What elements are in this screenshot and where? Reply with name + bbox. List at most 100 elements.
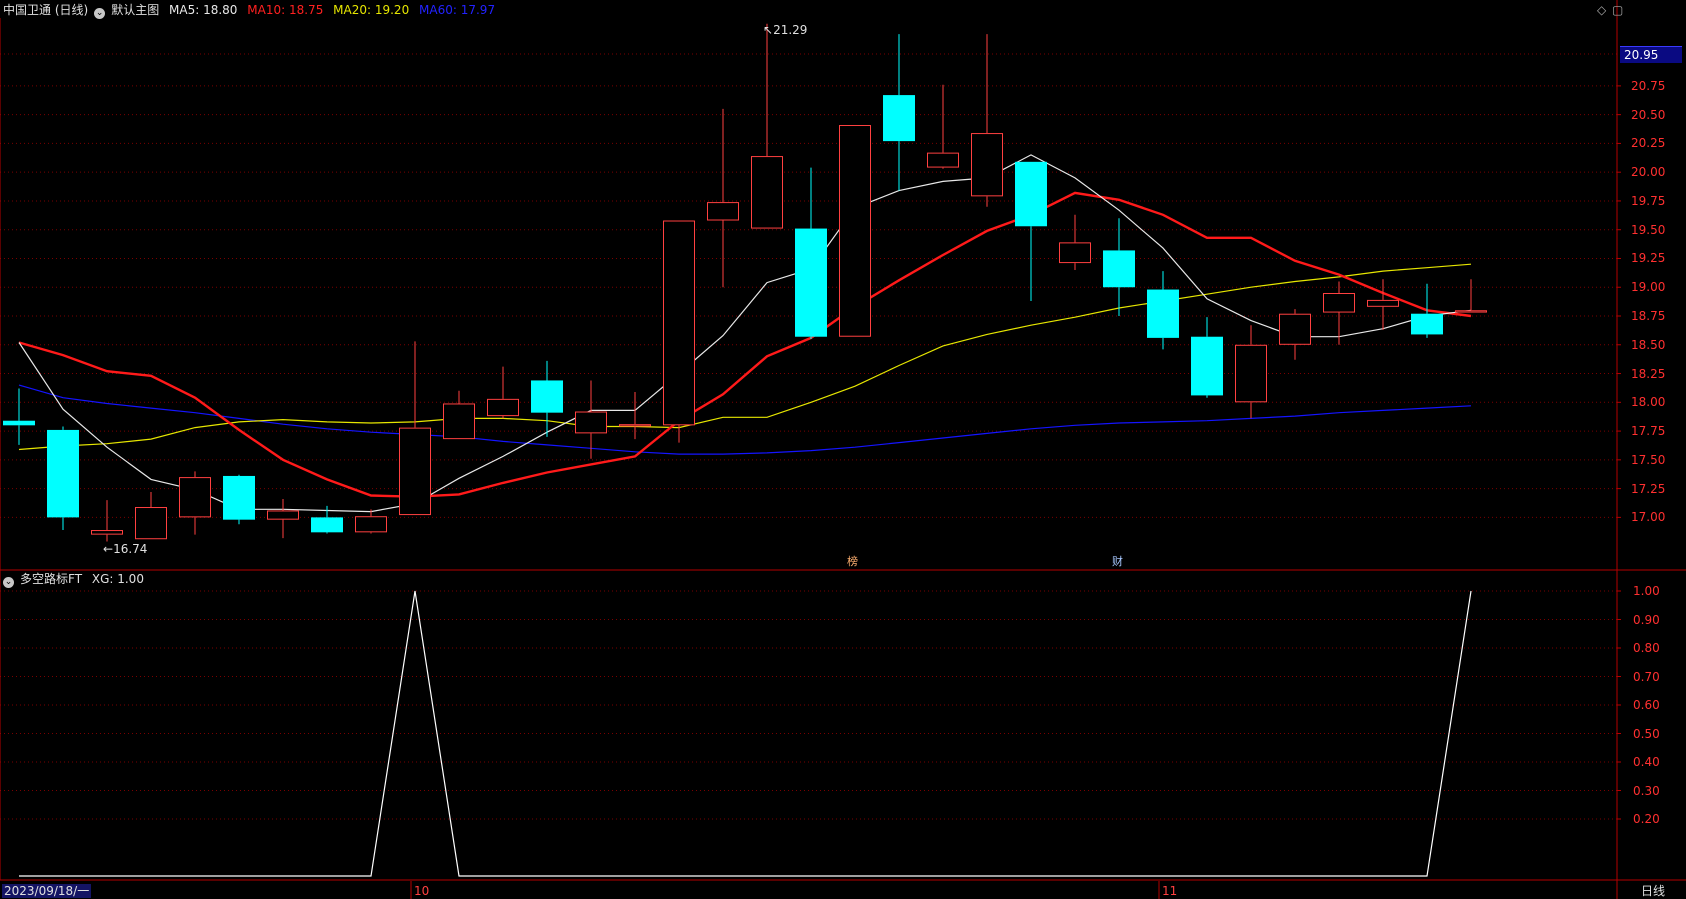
candle-body xyxy=(619,424,651,427)
ma10-label: MA10: 18.75 xyxy=(247,3,324,17)
ma20-label: MA20: 19.20 xyxy=(333,3,410,17)
price-tick-label: 20.00 xyxy=(1631,165,1666,180)
main-chart-header: 中国卫通 (日线) ⌄ 默认主图 MA5: 18.80 MA10: 18.75 MA… xyxy=(3,3,501,19)
candle-body xyxy=(1455,310,1487,313)
period-label[interactable]: 日线 xyxy=(1641,884,1665,898)
candle[interactable] xyxy=(663,220,695,443)
candle-body xyxy=(135,507,167,540)
candle[interactable] xyxy=(47,426,79,531)
candle-body xyxy=(795,228,827,337)
candle-body xyxy=(531,380,563,413)
candle[interactable] xyxy=(443,390,475,440)
candle[interactable] xyxy=(619,391,651,440)
indicator-tick-label: 0.40 xyxy=(1633,755,1660,769)
price-tick-label: 18.50 xyxy=(1631,337,1666,352)
price-tick-label: 19.50 xyxy=(1631,222,1666,237)
candle-body xyxy=(1367,299,1399,307)
candle-body xyxy=(1015,161,1047,227)
candle[interactable] xyxy=(707,108,739,288)
price-grid xyxy=(0,53,1617,820)
candle-body xyxy=(487,398,519,417)
candle[interactable] xyxy=(91,500,123,542)
candle-body xyxy=(1103,250,1135,288)
price-tick-label: 20.25 xyxy=(1631,136,1666,151)
candle-body xyxy=(355,516,387,533)
candle-body xyxy=(179,477,211,518)
indicator-tick-label: 0.30 xyxy=(1633,783,1660,798)
chevron-down-icon[interactable]: ⌄ xyxy=(94,8,106,19)
indicator-value: XG: 1.00 xyxy=(91,572,144,586)
ma5-label: MA5: 18.80 xyxy=(169,3,238,17)
indicator-tick-label: 0.50 xyxy=(1633,726,1660,741)
indicator-name[interactable]: 多空路标FT xyxy=(20,572,82,586)
candle[interactable] xyxy=(1235,325,1267,419)
candle-body xyxy=(707,202,739,221)
candle[interactable] xyxy=(355,509,387,534)
candle[interactable] xyxy=(839,125,871,337)
price-tick-label: 17.25 xyxy=(1631,481,1666,496)
price-tick-label: 19.25 xyxy=(1631,251,1666,266)
month-10-label: 10 xyxy=(414,884,430,898)
candle-body xyxy=(1191,336,1223,396)
kline-chart-canvas[interactable] xyxy=(0,0,1686,899)
candle-body xyxy=(267,510,299,520)
main-chart-label[interactable]: 默认主图 xyxy=(111,3,159,17)
candle[interactable] xyxy=(1455,279,1487,313)
candle-body xyxy=(927,152,959,168)
candle[interactable] xyxy=(1191,317,1223,398)
candle[interactable] xyxy=(927,84,959,169)
candle-body xyxy=(443,403,475,440)
indicator-tick-label: 0.60 xyxy=(1633,698,1660,712)
window-restore-icon[interactable]: ▢ xyxy=(1612,4,1623,16)
chevron-down-icon[interactable]: ⌄ xyxy=(3,577,14,588)
candles[interactable] xyxy=(3,23,1487,542)
candle[interactable] xyxy=(223,474,255,525)
candle[interactable] xyxy=(971,34,1003,207)
event-marker-bang[interactable]: 榜 xyxy=(847,555,858,569)
price-tick-label: 20.75 xyxy=(1631,78,1666,93)
candle[interactable] xyxy=(883,34,915,191)
price-tick-label: 17.75 xyxy=(1631,424,1666,439)
candle[interactable] xyxy=(1147,271,1179,350)
candle[interactable] xyxy=(399,341,431,516)
candle[interactable] xyxy=(1059,214,1091,270)
candle[interactable] xyxy=(179,471,211,535)
candle-body xyxy=(1323,293,1355,313)
candle-body xyxy=(883,95,915,142)
price-tick-label: 18.00 xyxy=(1631,395,1666,410)
diamond-icon[interactable]: ◇ xyxy=(1597,4,1606,16)
price-tick-label: 18.25 xyxy=(1631,366,1666,381)
price-tick-label: 19.75 xyxy=(1631,193,1666,208)
candle[interactable] xyxy=(3,388,35,445)
candle[interactable] xyxy=(267,498,299,539)
candle[interactable] xyxy=(1015,161,1047,302)
start-date-label: 2023/09/18/一 xyxy=(2,884,92,898)
low-marker: ←16.74 xyxy=(103,542,148,556)
candle-body xyxy=(1279,313,1311,345)
candle-body xyxy=(399,427,431,516)
candle[interactable] xyxy=(1279,309,1311,360)
candle-body xyxy=(1147,289,1179,338)
candle-body xyxy=(1059,242,1091,264)
stock-name[interactable]: 中国卫通 (日线) xyxy=(3,3,88,17)
high-marker: ↖21.29 xyxy=(763,23,808,37)
candle-body xyxy=(91,530,123,535)
candle[interactable] xyxy=(795,167,827,340)
price-tick-label: 18.75 xyxy=(1631,309,1666,323)
candle[interactable] xyxy=(531,360,563,437)
price-tick-label: 19.00 xyxy=(1631,280,1666,295)
candle[interactable] xyxy=(487,366,519,419)
price-tick-label: 17.00 xyxy=(1631,510,1666,525)
price-tick-label: 20.50 xyxy=(1631,107,1666,122)
candle-body xyxy=(1235,344,1267,403)
price-tick-label: 17.50 xyxy=(1631,452,1666,467)
candle-body xyxy=(839,125,871,337)
candle-body xyxy=(1411,313,1443,335)
candle[interactable] xyxy=(135,492,167,540)
indicator-tick-label: 0.80 xyxy=(1633,641,1660,655)
current-price-label: 20.95 xyxy=(1620,46,1682,63)
event-marker-cai[interactable]: 财 xyxy=(1112,555,1123,569)
candle-body xyxy=(971,133,1003,197)
ma-lines xyxy=(18,154,1472,513)
candle[interactable] xyxy=(1103,218,1135,317)
